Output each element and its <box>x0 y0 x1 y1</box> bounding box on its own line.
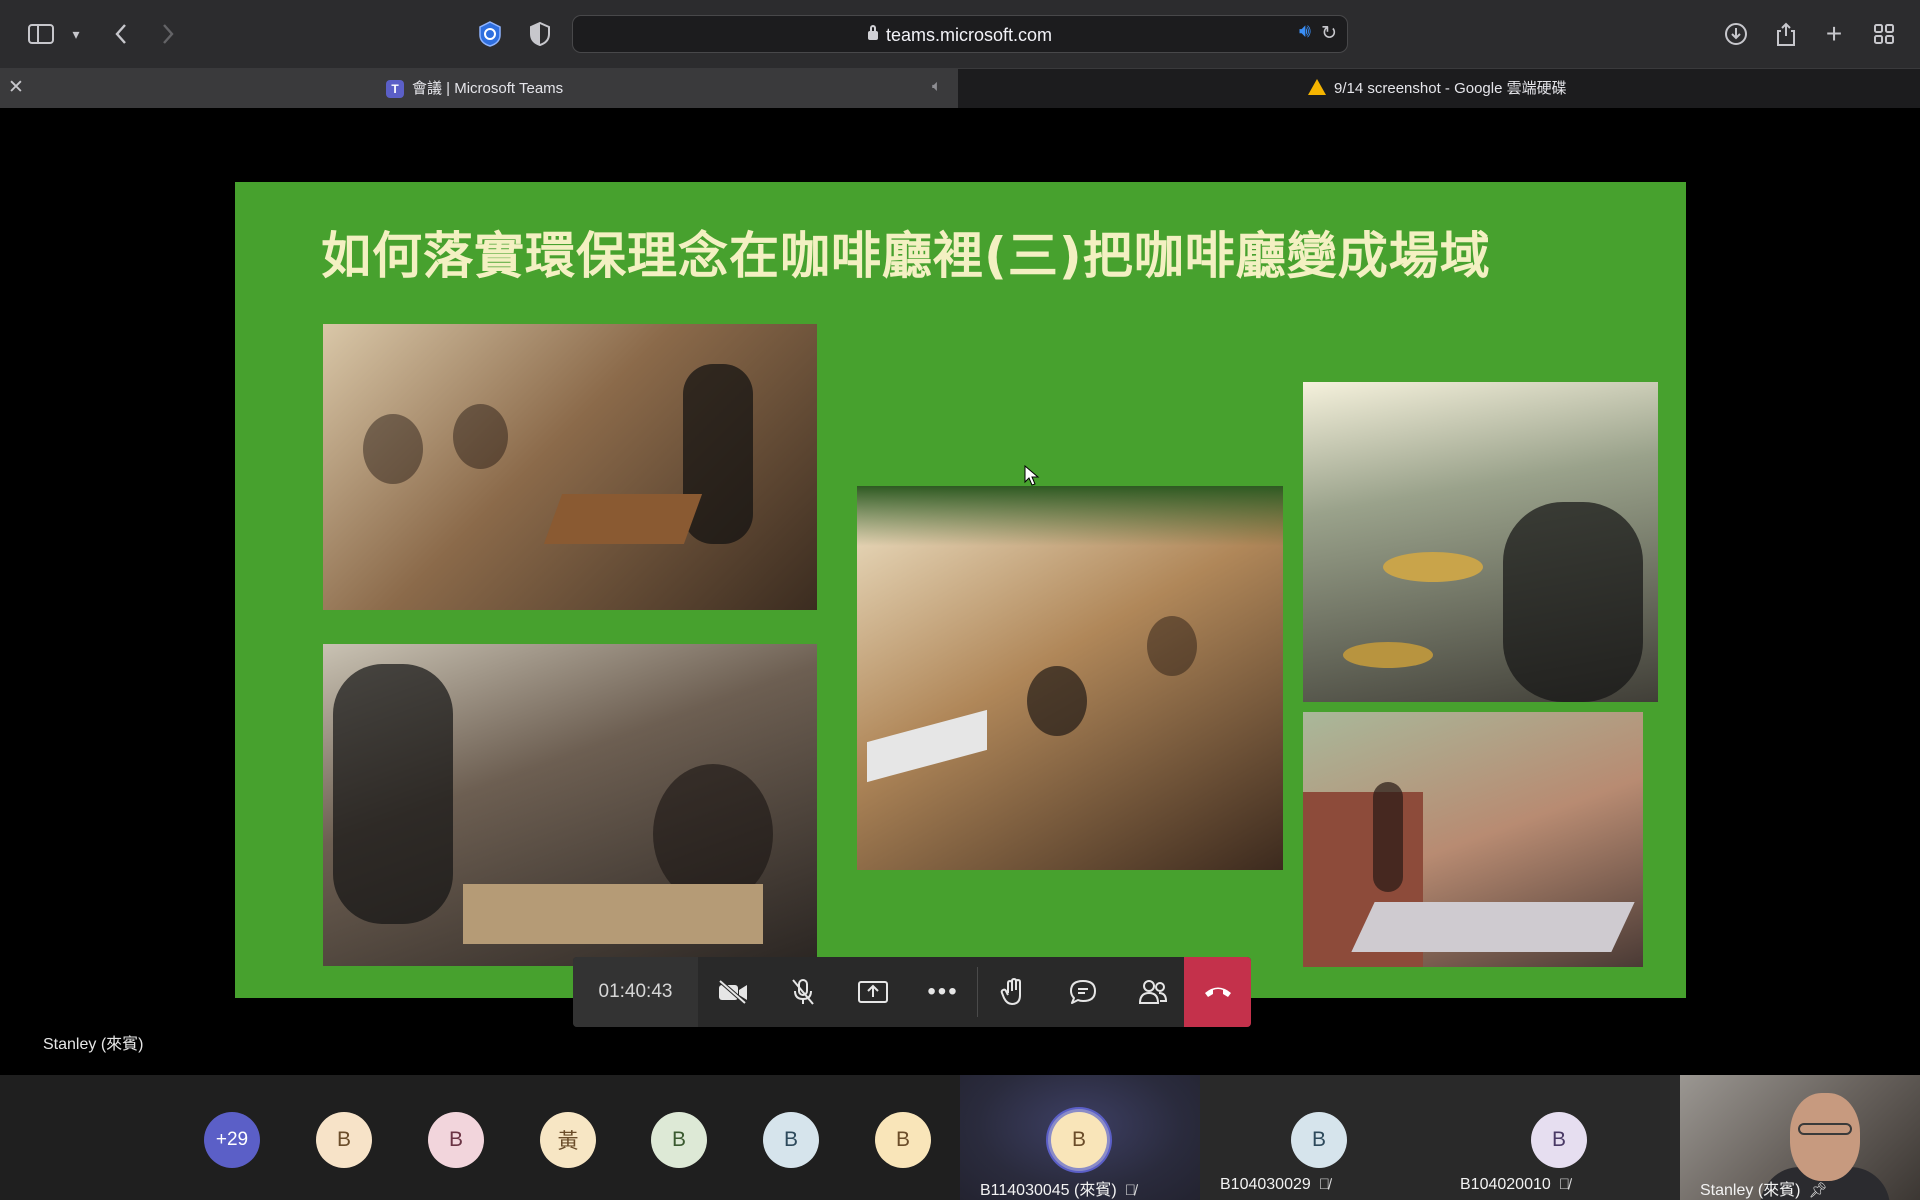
tab-bar: ✕ T 會議 | Microsoft Teams 🔈︎ 9/14 screensh… <box>0 68 1920 108</box>
participants-button[interactable] <box>1118 957 1188 1027</box>
camera-off-icon <box>718 979 747 1005</box>
more-icon: ••• <box>927 978 959 1005</box>
camera-off-button[interactable] <box>698 957 768 1027</box>
back-icon[interactable] <box>105 18 137 50</box>
download-icon[interactable] <box>1720 18 1752 50</box>
slide-photo-talk <box>323 324 817 610</box>
tab-label: 會議 | Microsoft Teams <box>412 80 564 97</box>
participant-avatar[interactable]: B <box>763 1112 819 1168</box>
mute-button[interactable] <box>768 957 838 1027</box>
browser-toolbar: ▾ teams.microsoft.com 🔊︎ ↻ + <box>0 0 1920 68</box>
more-actions-button[interactable]: ••• <box>908 957 978 1027</box>
forward-icon[interactable] <box>152 18 184 50</box>
call-timer: 01:40:43 <box>573 957 698 1027</box>
address-bar[interactable]: teams.microsoft.com 🔊︎ ↻ <box>572 15 1348 53</box>
share-screen-icon <box>858 981 888 1003</box>
leave-call-button[interactable] <box>1184 957 1251 1027</box>
call-controls: 01:40:43 ••• <box>573 957 1251 1027</box>
presenter-name: Stanley (來賓) <box>43 1036 144 1053</box>
hang-up-icon <box>1204 987 1231 997</box>
chevron-down-icon[interactable]: ▾ <box>60 18 92 50</box>
tab-label: 9/14 screenshot - Google 雲端硬碟 <box>1334 80 1567 97</box>
participant-name: B104030029 <box>1220 1176 1311 1193</box>
google-drive-icon <box>1308 79 1326 96</box>
participant-name: B114030045 (來賓) <box>980 1182 1117 1199</box>
tab-speaker-icon[interactable]: 🔈︎ <box>932 78 942 96</box>
participant-name: B104020010 <box>1460 1176 1551 1193</box>
slide-photo-outdoor-band <box>1303 382 1658 702</box>
participant-avatar[interactable]: B <box>875 1112 931 1168</box>
mic-off-icon: 🎙̸ <box>1558 1176 1571 1193</box>
privacy-shield-icon[interactable] <box>474 18 506 50</box>
participant-avatar[interactable]: B <box>428 1112 484 1168</box>
participant-avatar[interactable]: 黃 <box>540 1112 596 1168</box>
participant-avatar: B <box>1051 1112 1107 1168</box>
share-icon[interactable] <box>1770 18 1802 50</box>
slide-photo-yoga <box>1303 712 1643 967</box>
participant-avatar: B <box>1531 1112 1587 1168</box>
overflow-participants-button[interactable]: +29 <box>204 1112 260 1168</box>
slide-photo-concert <box>857 486 1283 870</box>
mic-off-icon: 🎙̸ <box>1124 1182 1136 1199</box>
mic-off-icon: 🎙̸ <box>1318 1176 1331 1193</box>
participant-avatar: B <box>1291 1112 1347 1168</box>
chat-button[interactable] <box>1048 957 1118 1027</box>
participant-avatar[interactable]: B <box>316 1112 372 1168</box>
mic-off-icon <box>792 979 814 1005</box>
reload-icon[interactable]: ↻ <box>1321 22 1337 45</box>
slide-photo-workshop <box>323 644 817 966</box>
tab-overview-icon[interactable] <box>1868 18 1900 50</box>
chat-icon <box>1070 980 1096 1004</box>
shared-slide: 如何落實環保理念在咖啡廳裡(三)把咖啡廳變成場域 <box>235 182 1686 998</box>
participant-name: Stanley (來賓) <box>1700 1182 1801 1199</box>
speaker-icon[interactable]: 🔊︎ <box>1299 21 1311 43</box>
tracker-shield-icon[interactable] <box>524 18 556 50</box>
pin-icon: 📌︎ <box>1808 1182 1828 1199</box>
url-text: teams.microsoft.com <box>885 25 1053 45</box>
tab-teams[interactable]: ✕ T 會議 | Microsoft Teams 🔈︎ <box>0 69 958 108</box>
close-icon[interactable]: ✕ <box>8 76 24 99</box>
people-icon <box>1138 980 1168 1004</box>
lock-icon <box>867 25 878 40</box>
participant-avatar[interactable]: B <box>651 1112 707 1168</box>
tab-drive[interactable]: 9/14 screenshot - Google 雲端硬碟 <box>1308 69 1567 108</box>
teams-icon: T <box>386 80 404 99</box>
raise-hand-button[interactable] <box>978 957 1048 1027</box>
raise-hand-icon <box>1000 978 1021 1005</box>
sidebar-toggle-icon[interactable] <box>25 18 57 50</box>
new-tab-icon[interactable]: + <box>1818 18 1850 50</box>
slide-title: 如何落實環保理念在咖啡廳裡(三)把咖啡廳變成場域 <box>321 227 1491 285</box>
share-screen-button[interactable] <box>838 957 908 1027</box>
